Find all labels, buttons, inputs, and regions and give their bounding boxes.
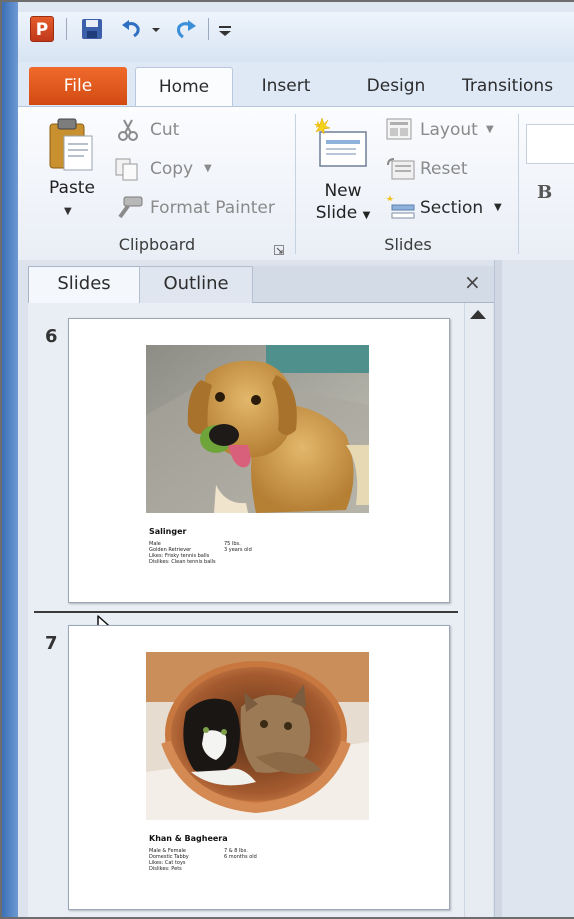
layout-dropdown-icon[interactable]: ▼ — [486, 115, 494, 145]
new-slide-label-line2: Slide ▼ — [310, 202, 376, 227]
tab-home[interactable]: Home — [135, 67, 233, 108]
slide-body-line: Dislikes: Pets — [149, 866, 182, 872]
slides-group-label: Slides — [384, 235, 432, 254]
dog-photo — [146, 345, 369, 513]
font-name-box[interactable] — [526, 124, 574, 164]
qat-separator — [66, 18, 67, 40]
new-slide-label-text: Slide — [315, 203, 358, 223]
copy-icon — [114, 157, 140, 185]
slide-title-text: Salinger — [149, 527, 187, 536]
clipboard-dialog-launcher-icon[interactable] — [274, 240, 284, 259]
slide-thumbnail-7[interactable]: Khan & Bagheera Male & Female Domestic T… — [68, 625, 450, 910]
format-painter-button[interactable]: Format Painter — [150, 193, 275, 223]
undo-dropdown-icon[interactable] — [150, 16, 162, 42]
group-separator — [295, 114, 296, 254]
redo-icon[interactable] — [172, 16, 198, 42]
scroll-up-arrow-icon[interactable] — [470, 310, 486, 319]
bold-button[interactable]: B — [537, 182, 552, 203]
slide-number: 7 — [45, 633, 58, 654]
save-icon[interactable] — [80, 16, 104, 42]
tab-outline[interactable]: Outline — [139, 266, 253, 303]
slide-body-line: 3 years old — [224, 547, 252, 553]
new-slide-dropdown-icon[interactable]: ▼ — [363, 210, 371, 221]
reset-button[interactable]: Reset — [420, 154, 468, 184]
slide-thumbnail-6[interactable]: Salinger Male Golden Retriever Likes: Fr… — [68, 318, 450, 603]
layout-button[interactable]: Layout — [420, 115, 478, 145]
new-slide-label-line1: New — [324, 181, 362, 201]
tab-slides[interactable]: Slides — [28, 266, 140, 304]
new-slide-button[interactable]: New Slide ▼ — [310, 180, 376, 227]
customize-qat-icon[interactable] — [216, 16, 234, 42]
close-pane-icon[interactable]: × — [464, 270, 481, 294]
tab-insert[interactable]: Insert — [245, 67, 327, 105]
powerpoint-window: P File Home Insert Design Transitions Pa… — [0, 0, 574, 919]
clipboard-group-label: Clipboard — [118, 235, 196, 254]
section-button[interactable]: Section — [420, 193, 483, 223]
window-edge — [2, 2, 18, 917]
slide-editing-area — [502, 260, 574, 917]
thumbnails-scrollbar[interactable] — [464, 303, 493, 917]
cut-button[interactable]: Cut — [150, 115, 179, 145]
tab-design[interactable]: Design — [348, 67, 444, 105]
slide-body-line: Dislikes: Clean tennis balls — [149, 559, 216, 565]
section-icon — [386, 195, 416, 225]
qat-separator — [208, 18, 209, 40]
copy-dropdown-icon[interactable]: ▼ — [204, 154, 212, 184]
slide-insertion-line — [34, 611, 458, 613]
layout-icon — [386, 118, 412, 144]
group-separator — [518, 114, 519, 254]
paste-dropdown-icon[interactable]: ▼ — [64, 206, 72, 217]
cut-icon — [116, 118, 140, 146]
tab-transitions[interactable]: Transitions — [462, 67, 574, 105]
tab-file[interactable]: File — [29, 67, 127, 105]
slide-body-line: 6 months old — [224, 854, 257, 860]
slide-title-text: Khan & Bagheera — [149, 834, 228, 843]
slide-number: 6 — [45, 326, 58, 347]
kittens-photo — [146, 652, 369, 820]
undo-icon[interactable] — [120, 16, 142, 42]
new-slide-icon[interactable] — [312, 117, 370, 174]
reset-icon — [386, 157, 416, 185]
copy-button[interactable]: Copy — [150, 154, 193, 184]
format-painter-icon — [114, 195, 144, 225]
powerpoint-app-icon[interactable]: P — [30, 16, 54, 42]
paste-icon[interactable] — [46, 116, 98, 178]
paste-button[interactable]: Paste — [42, 178, 102, 198]
section-dropdown-icon[interactable]: ▼ — [494, 193, 502, 223]
